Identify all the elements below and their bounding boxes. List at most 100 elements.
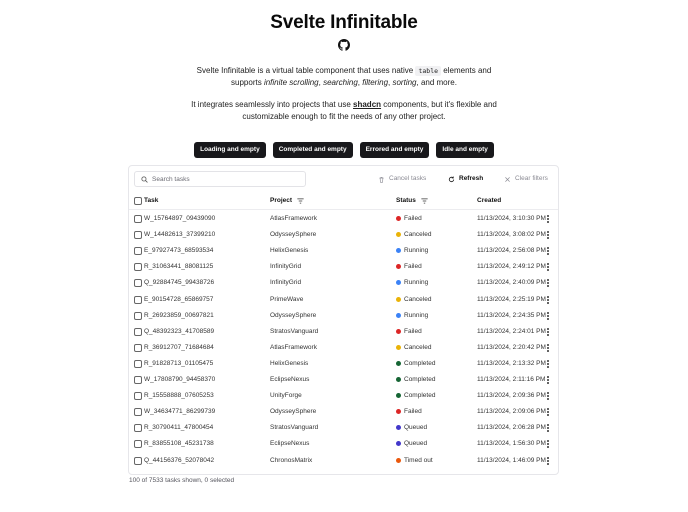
- task-id: R_15558888_07605253: [144, 392, 214, 400]
- table-row[interactable]: R_83855108_45231738 EclipseNexus Queued 11/…: [129, 436, 558, 452]
- select-all-checkbox[interactable]: [134, 197, 142, 205]
- project-name: OdysseySphere: [270, 311, 317, 319]
- row-actions-icon[interactable]: [546, 247, 550, 256]
- table-row[interactable]: R_15558888_07605253 UnityForge Completed 11…: [129, 388, 558, 404]
- search-input[interactable]: [152, 173, 302, 185]
- row-actions-icon[interactable]: [546, 311, 550, 320]
- table-row[interactable]: E_97927473_68593534 HelixGenesis Running 11…: [129, 243, 558, 259]
- row-checkbox[interactable]: [134, 456, 142, 465]
- task-id: Q_92884745_99438726: [144, 279, 215, 287]
- status-dot: [396, 216, 401, 221]
- row-actions-icon[interactable]: [546, 279, 550, 288]
- row-actions-icon[interactable]: [546, 295, 550, 304]
- refresh-button[interactable]: Refresh: [448, 173, 483, 185]
- table-row[interactable]: R_30790411_47800454 StratosVanguard Queued…: [129, 420, 558, 436]
- table-header: Task Project Status Created: [129, 194, 558, 210]
- status-dot: [396, 377, 401, 382]
- status-badge: Failed: [396, 328, 422, 335]
- table-summary: 100 of 7533 tasks shown, 0 selected: [129, 477, 235, 484]
- github-icon[interactable]: [338, 38, 350, 51]
- table-row[interactable]: W_34634771_86299739 OdysseySphere Failed 11…: [129, 404, 558, 420]
- row-checkbox[interactable]: [134, 359, 142, 368]
- row-checkbox[interactable]: [134, 279, 142, 288]
- created-date: 11/13/2024, 2:13:32 PM: [477, 359, 546, 367]
- status-badge: Failed: [396, 408, 422, 415]
- project-name: AtlasFramework: [270, 343, 317, 351]
- row-checkbox[interactable]: [134, 424, 142, 433]
- row-checkbox[interactable]: [134, 215, 142, 223]
- status-label: Canceled: [404, 343, 432, 351]
- row-checkbox[interactable]: [134, 343, 142, 352]
- status-badge: Timed out: [396, 457, 433, 464]
- search-box[interactable]: [134, 171, 306, 187]
- status-dot: [396, 264, 401, 270]
- row-actions-icon[interactable]: [546, 343, 550, 352]
- table-row[interactable]: R_31063441_88081125 InfinityGrid Failed 11/…: [129, 259, 558, 275]
- status-badge: Failed: [396, 263, 422, 270]
- row-actions-icon[interactable]: [546, 408, 550, 417]
- created-date: 11/13/2024, 2:56:08 PM: [477, 247, 546, 255]
- status-label: Queued: [404, 440, 428, 448]
- row-actions-icon[interactable]: [546, 263, 550, 272]
- row-checkbox[interactable]: [134, 408, 142, 417]
- preset-idle-empty-button[interactable]: Idle and empty: [436, 142, 494, 158]
- created-date: 11/13/2024, 2:49:12 PM: [477, 263, 546, 271]
- created-date: 11/13/2024, 1:46:09 PM: [477, 456, 546, 464]
- row-actions-icon[interactable]: [546, 376, 550, 384]
- column-status[interactable]: Status: [396, 197, 428, 204]
- column-project[interactable]: Project: [270, 197, 304, 204]
- table-row[interactable]: E_90154728_65869757 PrimeWave Canceled 11/1…: [129, 292, 558, 308]
- row-actions-icon[interactable]: [546, 231, 550, 240]
- row-checkbox[interactable]: [134, 295, 142, 304]
- row-checkbox[interactable]: [134, 327, 142, 336]
- preset-loading-empty-button[interactable]: Loading and empty: [194, 142, 266, 158]
- filter-icon[interactable]: [297, 198, 304, 204]
- row-checkbox[interactable]: [134, 392, 142, 401]
- filter-icon[interactable]: [421, 198, 428, 204]
- row-checkbox[interactable]: [134, 376, 142, 384]
- table-row[interactable]: R_91828713_01105475 HelixGenesis Completed…: [129, 356, 558, 372]
- row-checkbox[interactable]: [134, 440, 142, 449]
- table-row[interactable]: Q_92884745_99438726 InfinityGrid Running 11…: [129, 275, 558, 291]
- row-actions-icon[interactable]: [546, 440, 550, 449]
- row-actions-icon[interactable]: [546, 327, 550, 336]
- table-row[interactable]: W_14482613_37399210 OdysseySphere Canceled…: [129, 227, 558, 243]
- project-name: StratosVanguard: [270, 327, 319, 335]
- row-actions-icon[interactable]: [546, 359, 550, 368]
- preset-errored-empty-button[interactable]: Errored and empty: [359, 142, 430, 158]
- row-actions-icon[interactable]: [546, 392, 550, 401]
- cancel-tasks-button[interactable]: Cancel tasks: [378, 173, 426, 185]
- row-actions-icon[interactable]: [546, 424, 550, 433]
- status-badge: Completed: [396, 360, 435, 367]
- row-checkbox[interactable]: [134, 263, 142, 272]
- task-id: W_14482613_37399210: [144, 231, 216, 239]
- refresh-icon: [448, 176, 455, 182]
- table-row[interactable]: W_17808790_94458370 EclipseNexus Completed…: [129, 372, 558, 388]
- row-checkbox[interactable]: [134, 231, 142, 240]
- row-actions-icon[interactable]: [546, 215, 550, 223]
- status-badge: Failed: [396, 215, 422, 222]
- preset-completed-empty-button[interactable]: Completed and empty: [272, 142, 353, 158]
- status-badge: Queued: [396, 440, 427, 447]
- status-label: Failed: [404, 327, 422, 335]
- table-row[interactable]: Q_44156376_52078042 ChronosMatrix Timed ou…: [129, 453, 558, 469]
- row-checkbox[interactable]: [134, 247, 142, 256]
- row-checkbox[interactable]: [134, 311, 142, 320]
- task-id: R_31063441_88081125: [144, 263, 214, 271]
- project-name: UnityForge: [270, 392, 302, 400]
- created-date: 11/13/2024, 3:10:30 PM: [477, 215, 546, 222]
- table-row[interactable]: Q_48392323_41708589 StratosVanguard Failed…: [129, 324, 558, 340]
- task-id: Q_48392323_41708589: [144, 327, 215, 335]
- created-date: 11/13/2024, 3:08:02 PM: [477, 231, 546, 239]
- status-label: Failed: [404, 215, 422, 222]
- task-id: E_97927473_68593534: [144, 247, 214, 255]
- clear-filters-button[interactable]: Clear filters: [504, 173, 548, 185]
- status-badge: Running: [396, 312, 428, 319]
- table-row[interactable]: R_36912707_71684684 AtlasFramework Cancele…: [129, 340, 558, 356]
- table-row[interactable]: W_15764897_09439090 AtlasFramework Failed 1…: [129, 211, 558, 227]
- row-actions-icon[interactable]: [546, 456, 550, 465]
- status-label: Running: [404, 247, 429, 255]
- shadcn-link[interactable]: shadcn: [353, 100, 381, 109]
- task-id: Q_44156376_52078042: [144, 456, 215, 464]
- table-row[interactable]: R_26923859_00697821 OdysseySphere Running 1…: [129, 308, 558, 324]
